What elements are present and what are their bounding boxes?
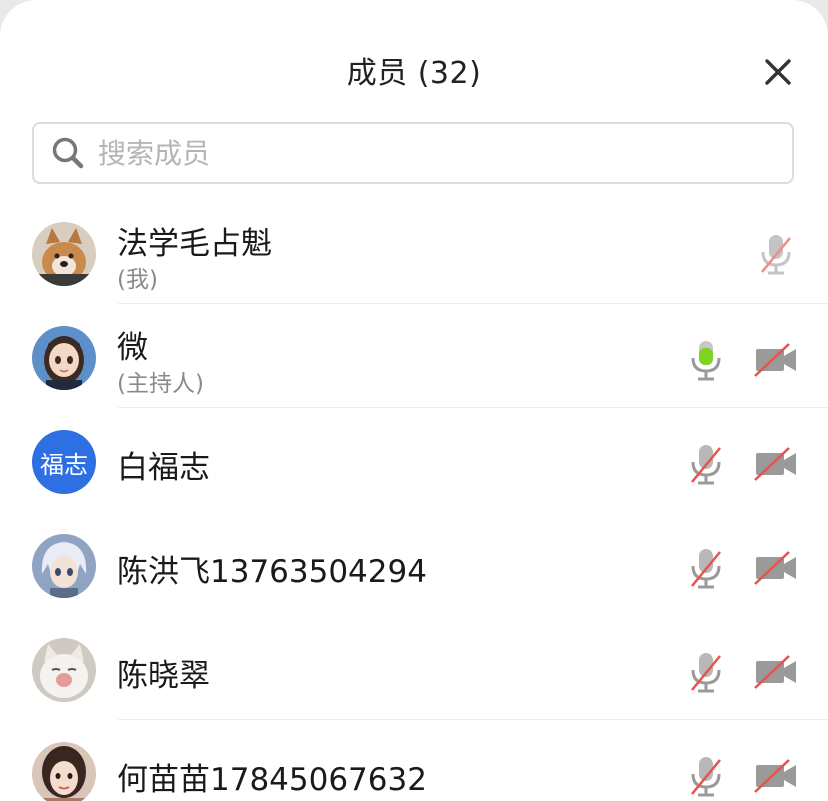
camera-off-icon xyxy=(754,447,796,481)
mic-button[interactable] xyxy=(682,648,730,696)
camera-button[interactable] xyxy=(752,440,800,488)
member-role: (我) xyxy=(117,267,158,293)
camera-off-icon xyxy=(754,759,796,793)
close-button[interactable] xyxy=(756,50,800,94)
close-icon xyxy=(765,59,791,85)
panel-title: 成员 (32) xyxy=(346,56,482,91)
camera-off-icon xyxy=(754,655,796,689)
mic-muted-icon xyxy=(761,235,791,275)
member-row[interactable]: 何苗苗17845067632 xyxy=(0,720,828,801)
mic-button[interactable] xyxy=(752,230,800,278)
avatar xyxy=(32,326,96,390)
panel-header: 成员 (32) xyxy=(0,0,828,120)
avatar xyxy=(32,742,96,801)
member-row[interactable]: 福志 白福志 xyxy=(0,408,828,512)
camera-off-icon xyxy=(754,343,796,377)
mic-muted-icon xyxy=(691,549,721,589)
mic-button[interactable] xyxy=(682,336,730,384)
member-row[interactable]: 陈晓翠 xyxy=(0,616,828,720)
mic-active-icon xyxy=(691,341,721,381)
member-name: 陈洪飞13763504294 xyxy=(117,554,427,590)
members-panel: 成员 (32) 搜索成员 法学毛占魁 (我) 微 (主持人) 福志 白福志 陈洪… xyxy=(0,0,828,801)
member-name: 法学毛占魁 xyxy=(117,226,272,262)
member-name: 何苗苗17845067632 xyxy=(117,762,427,798)
search-box[interactable] xyxy=(32,122,794,184)
avatar: 福志 xyxy=(32,430,96,494)
member-name: 陈晓翠 xyxy=(117,658,210,694)
camera-button[interactable] xyxy=(752,544,800,592)
avatar xyxy=(32,222,96,286)
member-row[interactable]: 法学毛占魁 (我) xyxy=(0,200,828,304)
camera-button[interactable] xyxy=(752,752,800,800)
member-row[interactable]: 陈洪飞13763504294 xyxy=(0,512,828,616)
mic-muted-icon xyxy=(691,653,721,693)
camera-button[interactable] xyxy=(752,648,800,696)
member-role: (主持人) xyxy=(117,371,204,397)
camera-off-icon xyxy=(754,551,796,585)
avatar xyxy=(32,534,96,598)
mic-button[interactable] xyxy=(682,752,730,800)
member-name: 白福志 xyxy=(117,450,210,486)
avatar xyxy=(32,638,96,702)
member-name: 微 xyxy=(117,330,148,366)
search-icon xyxy=(50,133,90,173)
mic-button[interactable] xyxy=(682,544,730,592)
member-row[interactable]: 微 (主持人) xyxy=(0,304,828,408)
mic-muted-icon xyxy=(691,445,721,485)
mic-muted-icon xyxy=(691,757,721,797)
mic-button[interactable] xyxy=(682,440,730,488)
camera-button[interactable] xyxy=(752,336,800,384)
search-input[interactable] xyxy=(96,127,792,179)
